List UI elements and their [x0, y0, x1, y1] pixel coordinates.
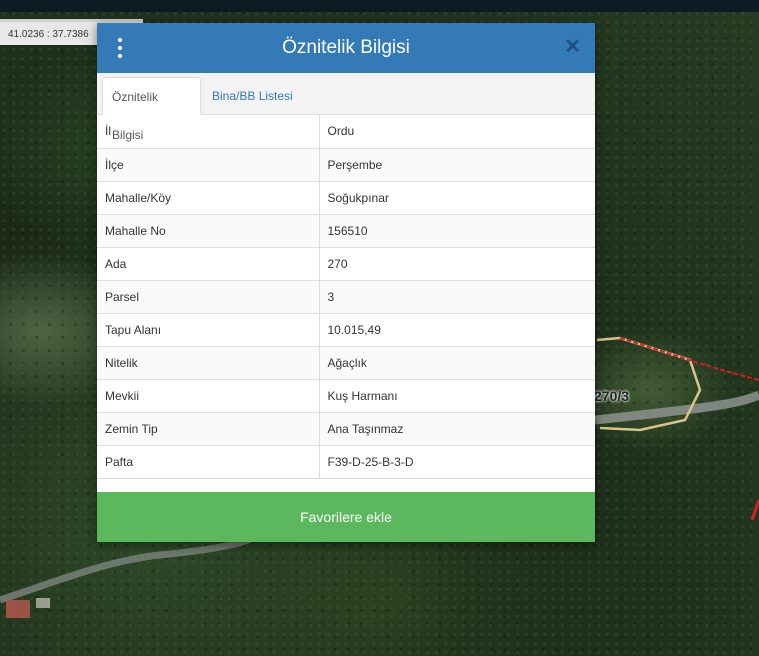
table-row: İlçe Perşembe [97, 148, 595, 182]
dialog-tabs: Öznitelik Bilgisi Bina/BB Listesi [97, 73, 595, 142]
attribute-info-dialog: Öznitelik Bilgisi ✕ Öznitelik Bilgisi Bi… [97, 23, 595, 542]
table-row: Zemin Tip Ana Taşınmaz [97, 412, 595, 446]
table-row: Mahalle/Köy Soğukpınar [97, 181, 595, 215]
row-value: 10.015,49 [319, 313, 595, 347]
row-key: Parsel [97, 280, 320, 314]
row-value: 156510 [319, 214, 595, 248]
tab-building-list[interactable]: Bina/BB Listesi [203, 77, 302, 115]
row-key: Zemin Tip [97, 412, 320, 446]
parcel-label: 270/3 [594, 388, 630, 404]
top-bar [0, 0, 759, 12]
row-value: Ana Taşınmaz [319, 412, 595, 446]
table-row: Nitelik Ağaçlık [97, 346, 595, 380]
table-row: Tapu Alanı 10.015,49 [97, 313, 595, 347]
row-key: Pafta [97, 445, 320, 479]
table-row: Pafta F39-D-25-B-3-D [97, 445, 595, 479]
add-to-favorites-button[interactable]: Favorilere ekle [97, 492, 595, 542]
row-key: Mahalle/Köy [97, 181, 320, 215]
row-value: Ordu [319, 115, 595, 149]
row-key: Nitelik [97, 346, 320, 380]
row-key: Mevkii [97, 379, 320, 413]
dialog-header: Öznitelik Bilgisi ✕ [97, 23, 595, 73]
row-key: Ada [97, 247, 320, 281]
table-row: İl Ordu [97, 115, 595, 149]
row-value: Perşembe [319, 148, 595, 182]
row-value: 270 [319, 247, 595, 281]
row-key: Tapu Alanı [97, 313, 320, 347]
table-row: Ada 270 [97, 247, 595, 281]
tab-attribute-info[interactable]: Öznitelik Bilgisi [102, 77, 201, 142]
table-row: Mevkii Kuş Harmanı [97, 379, 595, 413]
row-value: 3 [319, 280, 595, 314]
row-value: F39-D-25-B-3-D [319, 445, 595, 479]
attribute-table: İl Ordu İlçe Perşembe Mahalle/Köy Soğukpına… [97, 115, 595, 479]
kebab-menu-icon[interactable] [116, 38, 124, 58]
row-key: Mahalle No [97, 214, 320, 248]
row-value: Kuş Harmanı [319, 379, 595, 413]
close-icon[interactable]: ✕ [564, 36, 581, 58]
row-value: Ağaçlık [319, 346, 595, 380]
row-value: Soğukpınar [319, 181, 595, 215]
table-row: Parsel 3 [97, 280, 595, 314]
table-row: Mahalle No 156510 [97, 214, 595, 248]
dialog-title: Öznitelik Bilgisi [282, 37, 410, 58]
